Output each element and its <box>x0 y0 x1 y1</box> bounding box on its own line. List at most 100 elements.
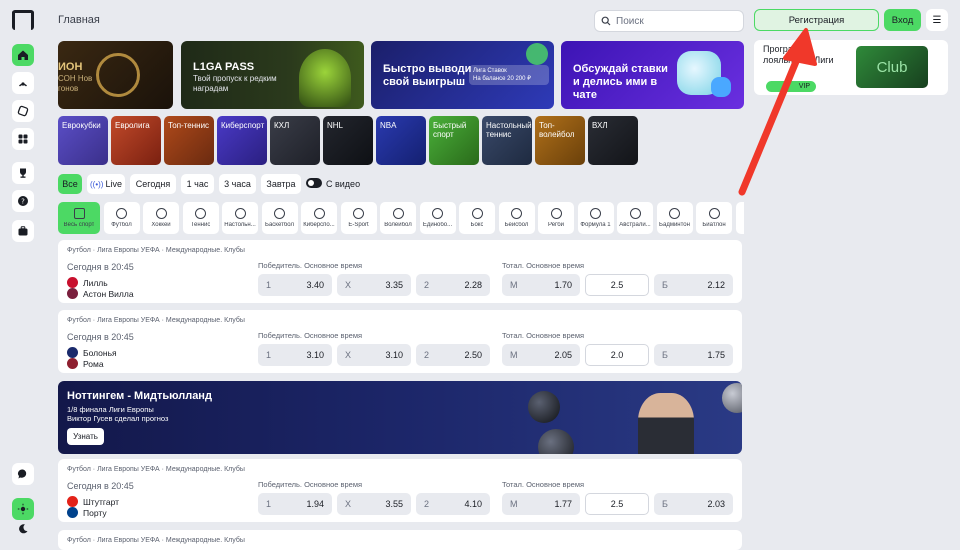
sport-chip[interactable]: Баскетбол <box>261 202 298 234</box>
coupon-icon[interactable] <box>12 100 34 122</box>
category-euroleague[interactable]: Евролига <box>111 116 161 165</box>
logo-icon[interactable] <box>12 10 34 30</box>
odd-button[interactable]: 1 3.10 <box>258 344 332 366</box>
filter-1-hour[interactable]: 1 час <box>181 174 214 194</box>
sport-chip[interactable]: Бейсбол <box>498 202 535 234</box>
sport-chip[interactable]: Биатлон <box>696 202 732 234</box>
login-button[interactable]: Вход <box>884 9 921 31</box>
filter-3-hours[interactable]: 3 часа <box>219 174 256 194</box>
category-nba[interactable]: NBA <box>376 116 426 165</box>
match-row[interactable]: Футбол · Лига Европы УЕФА · Международны… <box>58 459 742 522</box>
sport-chip[interactable]: Бокс <box>459 202 495 234</box>
trophy-icon[interactable] <box>12 162 34 184</box>
sport-chip[interactable]: Киберспо... <box>301 202 337 234</box>
help-icon[interactable]: ? <box>12 190 34 212</box>
category-eurocups[interactable]: Еврокубки <box>58 116 108 165</box>
briefcase-icon[interactable] <box>12 220 34 242</box>
sport-icon <box>392 208 404 219</box>
filter-today[interactable]: Сегодня <box>130 174 176 194</box>
loyalty-title: Программа лояльности Лиги <box>763 44 834 65</box>
sport-chip[interactable]: Настольн... <box>222 202 258 234</box>
sport-chip[interactable]: Регби <box>538 202 574 234</box>
category-esports[interactable]: Киберспорт <box>217 116 267 165</box>
register-button[interactable]: Регистрация <box>754 9 879 31</box>
sport-chip[interactable]: Австрали... <box>617 202 653 234</box>
category-table-tennis[interactable]: Настольный теннис <box>482 116 532 165</box>
odd-button[interactable]: 1 3.40 <box>258 274 332 296</box>
sport-chip[interactable]: Бадминтон <box>656 202 693 234</box>
odd-button[interactable]: 2 4.10 <box>416 493 490 515</box>
vip-badge: VIP <box>766 81 816 92</box>
promo-banner[interactable]: Ноттингем - Мидтьюлланд 1/8 финала Лиги … <box>58 381 742 454</box>
sport-icon <box>432 208 443 219</box>
sport-chip[interactable]: Теннис <box>182 202 219 234</box>
odd-button[interactable]: М 1.77 <box>502 493 580 515</box>
banner-4[interactable]: Обсуждай ставки и делись ими в чате <box>561 41 744 109</box>
odd-button[interactable]: Б 1.75 <box>654 344 733 366</box>
sport-icon <box>629 208 641 219</box>
odd-button[interactable]: X 3.35 <box>337 274 411 296</box>
filter-live[interactable]: ((•)) Live <box>87 174 125 194</box>
match-row[interactable]: Футбол · Лига Европы УЕФА · Международны… <box>58 310 742 373</box>
sport-chip[interactable]: Весь спорт <box>58 202 100 234</box>
banner-title: Обсуждай ставки и делись ими в чате <box>573 63 668 101</box>
sport-chip[interactable]: Единобо... <box>419 202 456 234</box>
filter-all[interactable]: Все <box>58 174 82 194</box>
team-name: Порту <box>67 507 107 518</box>
odd-button[interactable]: 1 1.94 <box>258 493 332 515</box>
loyalty-card[interactable]: Программа лояльности Лиги Club VIP <box>754 40 948 95</box>
odd-button[interactable]: Б 2.12 <box>654 274 733 296</box>
market-label-total: Тотал. Основное время <box>502 480 585 489</box>
filter-tomorrow[interactable]: Завтра <box>261 174 301 194</box>
banner-1[interactable]: ИОН СОН Нов гонов <box>58 41 173 109</box>
total-line[interactable]: 2.5 <box>585 274 649 296</box>
sport-chip[interactable]: Би... <box>735 202 744 234</box>
live-icon[interactable] <box>12 72 34 94</box>
team-logo-icon <box>67 358 78 369</box>
chat-icon[interactable] <box>12 463 34 485</box>
grid-icon[interactable] <box>12 128 34 150</box>
odd-button[interactable]: 2 2.28 <box>416 274 490 296</box>
ball-icon <box>722 383 742 413</box>
menu-button[interactable]: ☰ <box>926 9 948 31</box>
right-panel: Регистрация Вход ☰ Программа лояльности … <box>754 0 960 550</box>
ball-icon <box>528 391 560 423</box>
video-toggle[interactable] <box>306 178 322 188</box>
team-logo-icon <box>67 288 78 299</box>
category-khl[interactable]: КХЛ <box>270 116 320 165</box>
sport-chip[interactable]: Футбол <box>103 202 140 234</box>
odd-button[interactable]: М 1.70 <box>502 274 580 296</box>
category-fast-sport[interactable]: Быстрый спорт <box>429 116 479 165</box>
category-top-volleyball[interactable]: Топ-волейбол <box>535 116 585 165</box>
category-vhl[interactable]: ВХЛ <box>588 116 638 165</box>
sport-icon <box>669 208 680 219</box>
match-row[interactable]: Футбол · Лига Европы УЕФА · Международны… <box>58 530 742 550</box>
home-icon[interactable] <box>12 44 34 66</box>
promo-learn-button[interactable]: Узнать <box>67 428 104 445</box>
banner-2[interactable]: L1GA PASS Твой пропуск к редким наградам <box>181 41 364 109</box>
sport-chip[interactable]: Волейбол <box>380 202 416 234</box>
odd-button[interactable]: М 2.05 <box>502 344 580 366</box>
category-nhl[interactable]: NHL <box>323 116 373 165</box>
page-title: Главная <box>58 14 100 26</box>
total-line[interactable]: 2.5 <box>585 493 649 515</box>
sport-chip[interactable]: Хоккей <box>143 202 179 234</box>
odd-button[interactable]: X 3.10 <box>337 344 411 366</box>
search-input[interactable]: Поиск <box>594 10 744 32</box>
total-line[interactable]: 2.0 <box>585 344 649 366</box>
odd-button[interactable]: X 3.55 <box>337 493 411 515</box>
odd-button[interactable]: 2 2.50 <box>416 344 490 366</box>
dark-theme-icon[interactable] <box>12 518 34 540</box>
category-top-tennis[interactable]: Топ-теннис <box>164 116 214 165</box>
sport-chip[interactable]: Формула 1 <box>577 202 614 234</box>
light-theme-icon[interactable] <box>12 498 34 520</box>
banner-3[interactable]: Быстро выводи свой выигрыш Лига Ставок Н… <box>371 41 554 109</box>
commentator-photo <box>638 393 694 454</box>
match-row[interactable]: Футбол · Лига Европы УЕФА · Международны… <box>58 240 742 303</box>
odd-button[interactable]: Б 2.03 <box>654 493 733 515</box>
sport-chip[interactable]: E-Sport <box>340 202 377 234</box>
team-logo-icon <box>67 277 78 288</box>
coin-icon <box>526 43 548 65</box>
balance-chip: Лига Ставок На балансе 20 200 ₽ <box>469 65 549 85</box>
search-icon <box>601 16 611 26</box>
